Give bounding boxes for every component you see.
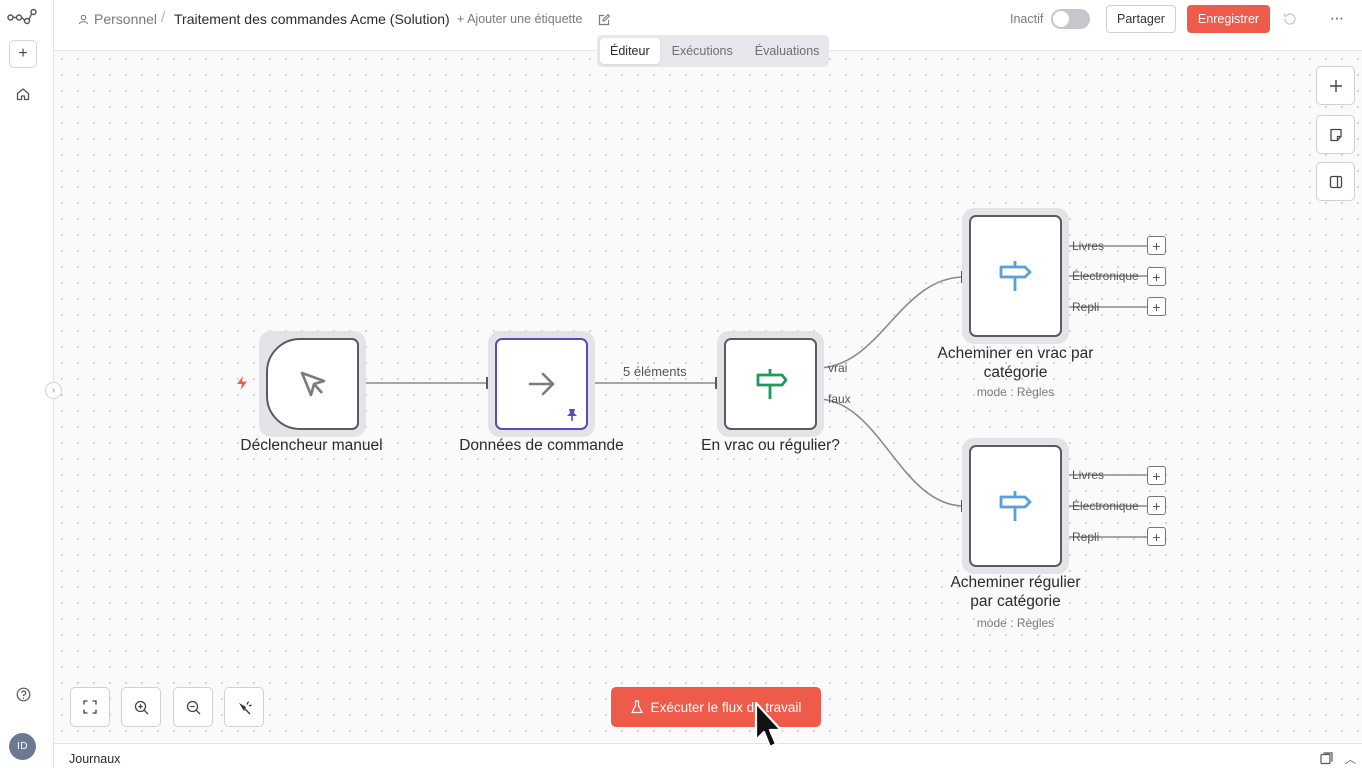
signpost-icon xyxy=(999,491,1031,521)
workflow-canvas[interactable] xyxy=(54,50,1362,742)
toggle-panel-button[interactable] xyxy=(1316,162,1355,201)
add-node-button[interactable]: + xyxy=(1147,466,1166,485)
add-node-button[interactable]: + xyxy=(1147,236,1166,255)
history-icon[interactable] xyxy=(1282,11,1298,27)
home-icon[interactable] xyxy=(14,85,32,103)
lightning-icon xyxy=(237,376,247,390)
port-label-repli: Repli xyxy=(1072,300,1100,314)
label-line: par catégorie xyxy=(970,593,1061,610)
tab-editor[interactable]: Éditeur xyxy=(600,38,660,64)
toggle-knob xyxy=(1053,11,1069,27)
tab-evaluations[interactable]: Évaluations xyxy=(745,38,830,64)
add-node-button[interactable]: + xyxy=(1147,297,1166,316)
fit-view-button[interactable] xyxy=(70,687,110,727)
node-label-order-data: Données de commande xyxy=(459,437,624,454)
plus-icon xyxy=(1329,79,1342,92)
add-node-button[interactable]: + xyxy=(1147,267,1166,286)
run-workflow-button[interactable]: Exécuter le flux de travail xyxy=(611,687,821,727)
node-subtitle-route-regular: mode : Règles xyxy=(976,616,1055,630)
zoom-out-icon xyxy=(186,700,200,714)
expand-sidebar-button[interactable]: › xyxy=(45,382,62,399)
plus-icon: + xyxy=(1152,497,1161,514)
active-toggle[interactable] xyxy=(1051,9,1090,29)
port-label-repli: Repli xyxy=(1072,530,1100,544)
port-label-false: faux xyxy=(828,392,851,406)
node-bulk-or-regular[interactable] xyxy=(717,331,824,437)
port-label-livres: Livres xyxy=(1072,468,1105,482)
chevron-up-icon[interactable]: ︿ xyxy=(1345,751,1356,767)
save-button[interactable]: Enregistrer xyxy=(1187,5,1270,33)
node-label-bulk-or-regular: En vrac ou régulier? xyxy=(701,437,840,454)
add-node-button[interactable]: + xyxy=(1147,496,1166,515)
edit-icon[interactable] xyxy=(597,13,611,27)
node-order-data[interactable] xyxy=(488,331,595,437)
port-label-true: vrai xyxy=(828,361,848,375)
node-label-route-bulk: Acheminer en vrac par catégorie xyxy=(915,344,1116,382)
signpost-icon xyxy=(999,261,1031,291)
plus-icon: + xyxy=(1152,528,1161,545)
node-body xyxy=(969,445,1062,567)
add-workflow-button[interactable]: + xyxy=(9,40,37,68)
zoom-in-icon xyxy=(134,700,148,714)
port-label-electronique: Électronique xyxy=(1072,269,1139,283)
arrow-right-icon xyxy=(528,372,554,396)
mouse-cursor-icon xyxy=(754,701,783,749)
logs-panel-bar[interactable]: Journaux ︿ xyxy=(54,743,1362,768)
share-button[interactable]: Partager xyxy=(1106,5,1176,33)
node-label-manual-trigger: Déclencheur manuel xyxy=(240,437,383,454)
node-subtitle-route-bulk: mode : Règles xyxy=(976,385,1055,399)
sticky-note-button[interactable] xyxy=(1316,115,1355,154)
zoom-in-button[interactable] xyxy=(121,687,161,727)
avatar[interactable]: ID xyxy=(9,733,36,760)
more-options-icon[interactable]: ⋯ xyxy=(1330,10,1345,27)
signpost-icon xyxy=(756,369,787,399)
node-body xyxy=(495,338,588,430)
plus-icon: + xyxy=(18,45,28,62)
plus-icon: + xyxy=(1152,467,1161,484)
node-body xyxy=(266,338,359,430)
port-label-livres: Livres xyxy=(1072,239,1105,253)
breadcrumb-personal-label: Personnel xyxy=(94,11,158,27)
n8n-logo-icon[interactable] xyxy=(7,8,37,26)
node-manual-trigger[interactable] xyxy=(259,331,366,437)
tab-executions[interactable]: Exécutions xyxy=(662,38,743,64)
tidy-up-button[interactable] xyxy=(224,687,264,727)
add-tag-link[interactable]: + Ajouter une étiquette xyxy=(457,12,582,26)
add-node-button[interactable]: + xyxy=(1147,527,1166,546)
node-route-bulk[interactable] xyxy=(962,208,1069,344)
chevron-right-icon: › xyxy=(51,385,56,396)
plus-icon: + xyxy=(1152,298,1161,315)
pop-out-icon[interactable] xyxy=(1320,752,1333,765)
node-route-regular[interactable] xyxy=(962,438,1069,574)
user-icon xyxy=(78,14,89,24)
plus-icon: + xyxy=(1152,237,1161,254)
label-line: Acheminer en vrac par xyxy=(937,345,1094,362)
label-line: Acheminer régulier xyxy=(950,574,1081,591)
help-icon[interactable] xyxy=(14,685,32,703)
port-label-electronique: Électronique xyxy=(1072,499,1139,513)
left-sidebar: + ID xyxy=(0,0,54,768)
flask-icon xyxy=(630,700,643,714)
workflow-header: Personnel / Traitement des commandes Acm… xyxy=(54,0,1362,40)
cursor-click-icon xyxy=(300,371,325,397)
node-body xyxy=(969,215,1062,337)
status-label: Inactif xyxy=(1010,12,1044,26)
add-node-panel-button[interactable] xyxy=(1316,66,1355,105)
editor-tabs: Éditeur Exécutions Évaluations xyxy=(597,35,829,67)
pin-icon xyxy=(567,409,577,421)
breadcrumb-separator: / xyxy=(161,9,166,26)
sticky-note-icon xyxy=(1329,128,1342,141)
breadcrumb-personal[interactable]: Personnel xyxy=(78,11,157,27)
edge-items-label: 5 éléments xyxy=(623,364,687,379)
logs-label: Journaux xyxy=(69,752,121,766)
workflow-title[interactable]: Traitement des commandes Acme (Solution) xyxy=(174,11,450,27)
plus-icon: + xyxy=(1152,268,1161,285)
label-line: catégorie xyxy=(983,364,1048,381)
node-label-route-regular: Acheminer régulier par catégorie xyxy=(915,573,1116,611)
panel-icon xyxy=(1329,175,1342,188)
broom-icon xyxy=(238,700,252,714)
fit-view-icon xyxy=(83,700,97,714)
node-body xyxy=(724,338,817,430)
zoom-out-button[interactable] xyxy=(173,687,213,727)
